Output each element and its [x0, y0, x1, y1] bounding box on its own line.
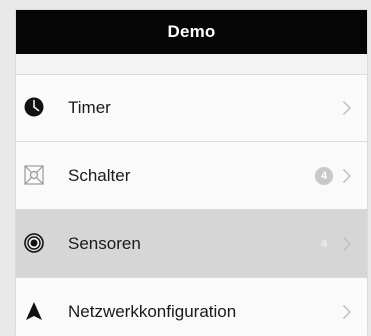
list-item-sensoren[interactable]: Sensoren 4 — [16, 210, 367, 278]
section-spacer — [16, 54, 367, 74]
chevron-right-icon — [343, 169, 351, 183]
sensor-icon — [24, 233, 44, 253]
switch-icon — [24, 165, 44, 185]
chevron-right-icon — [343, 101, 351, 115]
list-item-netzwerkkonfiguration[interactable]: Netzwerkkonfiguration — [16, 278, 367, 336]
menu-list: Timer Schalter 4 Sensoren 4 Netzwerkkonf… — [16, 74, 367, 336]
list-item-label: Netzwerkkonfiguration — [68, 302, 237, 321]
device-frame: Demo Timer Schalter 4 Sensoren 4 Netzwer… — [0, 0, 371, 336]
count-badge: 4 — [315, 167, 333, 185]
list-item-label: Schalter — [68, 166, 131, 185]
navigation-bar: Demo — [16, 10, 367, 54]
count-badge: 4 — [320, 238, 328, 250]
clock-icon — [24, 97, 44, 117]
divider — [16, 74, 367, 75]
list-item-timer[interactable]: Timer — [16, 74, 367, 142]
list-item-label: Sensoren — [68, 234, 141, 253]
page-title: Demo — [167, 22, 216, 41]
chevron-right-icon — [343, 305, 351, 319]
list-item-schalter[interactable]: Schalter 4 — [16, 142, 367, 210]
list-item-label: Timer — [68, 98, 111, 117]
network-icon — [24, 301, 44, 321]
app-screen: Demo Timer Schalter 4 Sensoren 4 Netzwer… — [16, 10, 367, 336]
chevron-right-icon — [343, 237, 351, 251]
